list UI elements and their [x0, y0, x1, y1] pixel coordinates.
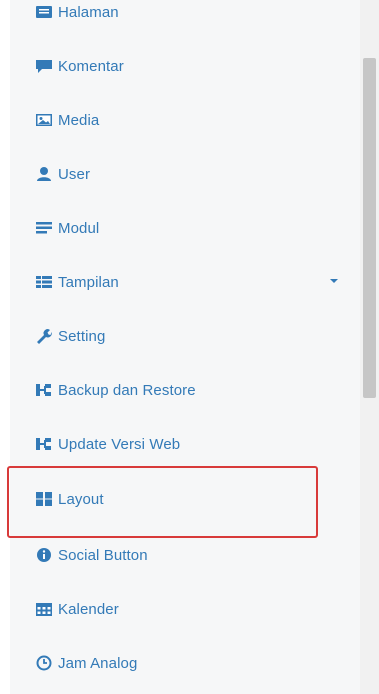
admin-sidebar: Halaman Komentar Media User Modul Tampil…: [10, 0, 360, 694]
sidebar-item-modul[interactable]: Modul: [10, 210, 360, 246]
comment-icon: [34, 56, 54, 76]
sidebar-item-label: Jam Analog: [58, 654, 138, 672]
sidebar-item-label: Layout: [58, 490, 104, 508]
vertical-scrollbar[interactable]: [360, 0, 379, 694]
sidebar-item-label: Social Button: [58, 546, 148, 564]
sidebar-item-user[interactable]: User: [10, 156, 360, 192]
sidebar-item-update-versi-web[interactable]: Update Versi Web: [10, 426, 360, 462]
scrollbar-thumb[interactable]: [363, 58, 376, 398]
sidebar-item-label: Backup dan Restore: [58, 381, 196, 399]
sidebar-item-label: Tampilan: [58, 273, 119, 291]
sidebar-item-tampilan[interactable]: Tampilan: [10, 264, 360, 300]
sidebar-item-label: Modul: [58, 219, 100, 237]
sidebar-item-layout[interactable]: Layout: [10, 481, 360, 517]
file-icon: [34, 2, 54, 22]
sidebar-item-setting[interactable]: Setting: [10, 318, 360, 354]
clock-icon: [34, 653, 54, 673]
sitemap-icon: [34, 380, 54, 400]
image-icon: [34, 110, 54, 130]
chevron-down-icon: [330, 279, 338, 283]
sitemap-icon: [34, 434, 54, 454]
wrench-icon: [34, 326, 54, 346]
list-icon: [34, 218, 54, 238]
info-circle-icon: [34, 545, 54, 565]
sidebar-item-label: Setting: [58, 327, 106, 345]
calendar-icon: [34, 599, 54, 619]
sidebar-item-label: Halaman: [58, 3, 119, 21]
sidebar-item-label: Update Versi Web: [58, 435, 181, 453]
sidebar-item-komentar[interactable]: Komentar: [10, 48, 360, 84]
sidebar-item-halaman[interactable]: Halaman: [10, 0, 360, 30]
sidebar-item-label: Kalender: [58, 600, 119, 618]
sidebar-item-kalender[interactable]: Kalender: [10, 591, 360, 627]
sidebar-item-label: User: [58, 165, 91, 183]
columns-icon: [34, 272, 54, 292]
sidebar-item-label: Komentar: [58, 57, 124, 75]
grid-icon: [34, 489, 54, 509]
sidebar-item-media[interactable]: Media: [10, 102, 360, 138]
sidebar-item-social-button[interactable]: Social Button: [10, 537, 360, 573]
screenshot-frame: Halaman Komentar Media User Modul Tampil…: [0, 0, 379, 694]
sidebar-item-jam-analog[interactable]: Jam Analog: [10, 645, 360, 681]
sidebar-item-label: Media: [58, 111, 100, 129]
sidebar-item-backup-restore[interactable]: Backup dan Restore: [10, 372, 360, 408]
user-icon: [34, 164, 54, 184]
